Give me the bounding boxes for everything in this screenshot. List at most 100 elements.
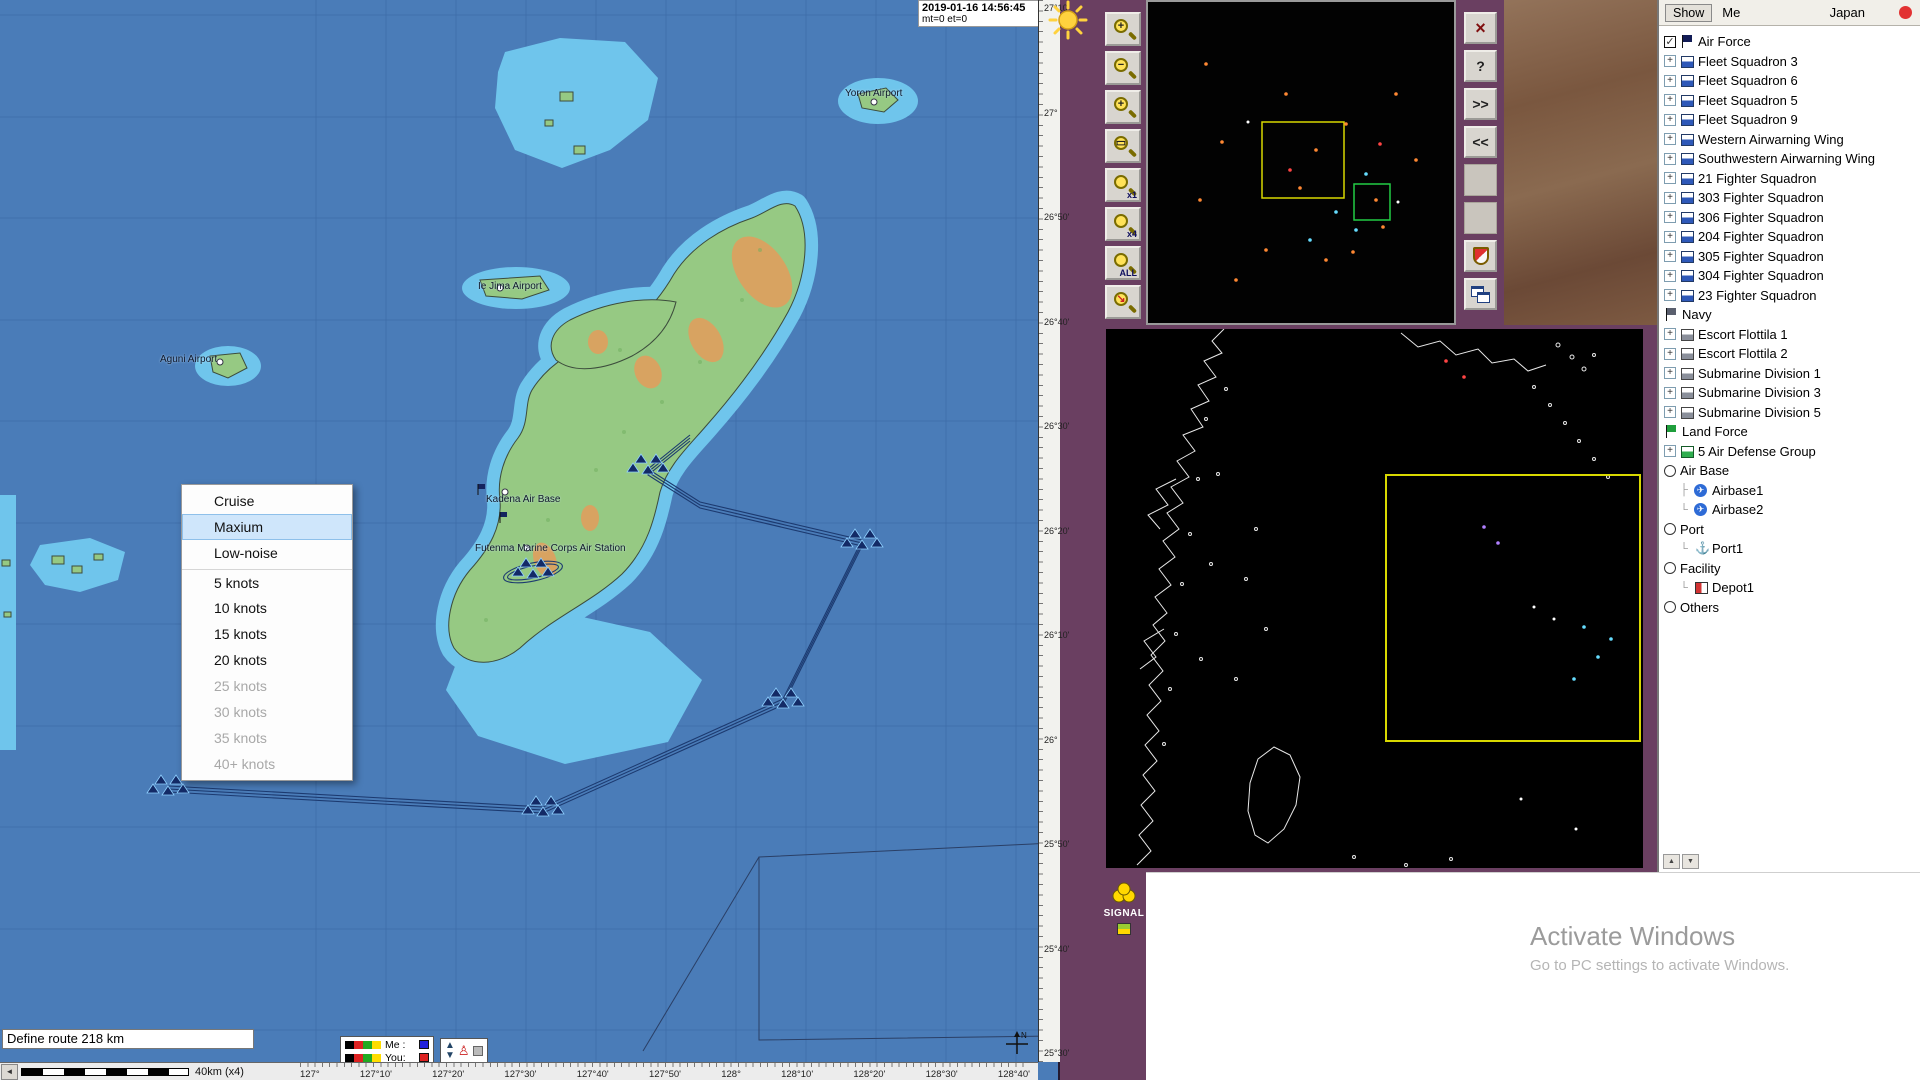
tree-item[interactable]: Fleet Squadron 3 xyxy=(1659,52,1920,72)
blank-tool-icon[interactable] xyxy=(473,1046,483,1056)
zoom-back-button[interactable]: ↘ xyxy=(1105,285,1141,319)
tree-item[interactable]: Southwestern Airwarning Wing xyxy=(1659,149,1920,169)
tree-expander[interactable] xyxy=(1664,367,1676,379)
tree-expander[interactable] xyxy=(1664,445,1676,457)
tree-expander[interactable] xyxy=(1664,348,1676,360)
scroll-down-button[interactable] xyxy=(1682,854,1699,869)
menu-item[interactable]: 5 knots xyxy=(182,569,352,595)
tree-expander[interactable] xyxy=(1678,543,1690,555)
zoom-x1-button[interactable]: x1 xyxy=(1105,168,1141,202)
tree-item[interactable]: Others xyxy=(1659,598,1920,618)
radar-minimap[interactable] xyxy=(1146,0,1456,325)
tree-item[interactable]: Air Force xyxy=(1659,32,1920,52)
tree-item[interactable]: Navy xyxy=(1659,305,1920,325)
tree-item[interactable]: Land Force xyxy=(1659,422,1920,442)
tree-expander[interactable] xyxy=(1664,211,1676,223)
tree-item[interactable]: Escort Flottila 1 xyxy=(1659,325,1920,345)
tree-expander[interactable] xyxy=(1664,289,1676,301)
show-button[interactable]: Show xyxy=(1665,4,1712,22)
tree-item[interactable]: Depot1 xyxy=(1659,578,1920,598)
tree-expander[interactable] xyxy=(1678,582,1690,594)
signal-status-icon[interactable] xyxy=(1117,923,1131,935)
tree-item[interactable]: 305 Fighter Squadron xyxy=(1659,247,1920,267)
tree-expander[interactable] xyxy=(1664,192,1676,204)
tree-expander[interactable] xyxy=(1664,270,1676,282)
tree-item[interactable]: Facility xyxy=(1659,559,1920,579)
windows-button[interactable] xyxy=(1464,278,1497,310)
tree-item[interactable]: Western Airwarning Wing xyxy=(1659,130,1920,150)
tree-item[interactable]: Fleet Squadron 9 xyxy=(1659,110,1920,130)
zoom-x4-button[interactable]: x4 xyxy=(1105,207,1141,241)
tree-expander[interactable] xyxy=(1664,94,1676,106)
menu-item[interactable]: 40+ knots xyxy=(182,751,352,777)
tree-item[interactable]: 303 Fighter Squadron xyxy=(1659,188,1920,208)
tree-item[interactable]: Submarine Division 1 xyxy=(1659,364,1920,384)
tree-expander[interactable] xyxy=(1664,465,1676,477)
tree-item[interactable]: 21 Fighter Squadron xyxy=(1659,169,1920,189)
menu-item[interactable]: Low-noise xyxy=(182,540,352,566)
zoom-window-button[interactable]: + xyxy=(1105,90,1141,124)
scroll-left-button[interactable]: ◄ xyxy=(1,1064,18,1080)
tactical-map-window[interactable]: Yoron Airport Ie Jima Airport Aguni Airp… xyxy=(0,0,1060,1080)
tree-expander[interactable] xyxy=(1664,387,1676,399)
blank-button-1[interactable] xyxy=(1464,164,1497,196)
scroll-up-button[interactable] xyxy=(1663,854,1680,869)
tree-item[interactable]: 306 Fighter Squadron xyxy=(1659,208,1920,228)
back-button[interactable]: << xyxy=(1464,126,1497,158)
tree-expander[interactable] xyxy=(1664,36,1676,48)
tree-expander[interactable] xyxy=(1664,523,1676,535)
forward-button[interactable]: >> xyxy=(1464,88,1497,120)
menu-item[interactable]: 15 knots xyxy=(182,621,352,647)
tree-item[interactable]: 23 Fighter Squadron xyxy=(1659,286,1920,306)
tree-expander[interactable] xyxy=(1664,153,1676,165)
tree-expander[interactable] xyxy=(1664,231,1676,243)
tactical-map[interactable] xyxy=(0,0,1060,1062)
tree-expander[interactable] xyxy=(1664,406,1676,418)
tree-item[interactable]: Airbase2 xyxy=(1659,500,1920,520)
menu-item[interactable]: 30 knots xyxy=(182,699,352,725)
tree-item[interactable]: Fleet Squadron 6 xyxy=(1659,71,1920,91)
tree-expander[interactable] xyxy=(1664,250,1676,262)
theater-overview-map[interactable] xyxy=(1102,325,1647,872)
tree-item[interactable]: Escort Flottila 2 xyxy=(1659,344,1920,364)
tree-expander[interactable] xyxy=(1664,601,1676,613)
tree-expander[interactable] xyxy=(1664,562,1676,574)
tree-expander[interactable] xyxy=(1664,328,1676,340)
tree-item[interactable]: Submarine Division 3 xyxy=(1659,383,1920,403)
tree-item[interactable]: Fleet Squadron 5 xyxy=(1659,91,1920,111)
tree-expander[interactable] xyxy=(1664,114,1676,126)
tree-item[interactable]: 204 Fighter Squadron xyxy=(1659,227,1920,247)
up-down-arrows-icon[interactable]: ▲▼ xyxy=(445,1041,455,1061)
tree-expander[interactable] xyxy=(1678,484,1690,496)
menu-item[interactable]: 35 knots xyxy=(182,725,352,751)
menu-item[interactable]: 25 knots xyxy=(182,673,352,699)
zoom-all-button[interactable]: ALL xyxy=(1105,246,1141,280)
magnifier-glyph: ▭ xyxy=(1114,136,1128,150)
tree-item[interactable]: Air Base xyxy=(1659,461,1920,481)
close-button[interactable]: × xyxy=(1464,12,1497,44)
zoom-select-button[interactable]: ▭ xyxy=(1105,129,1141,163)
tree-item[interactable]: Port1 xyxy=(1659,539,1920,559)
legend-toolbar[interactable]: ▲▼ ♙ xyxy=(440,1038,488,1064)
shield-button[interactable] xyxy=(1464,240,1497,272)
tree-item[interactable]: 304 Fighter Squadron xyxy=(1659,266,1920,286)
tree-expander[interactable] xyxy=(1664,133,1676,145)
menu-item[interactable]: Cruise xyxy=(182,488,352,514)
zoom-out-button[interactable]: − xyxy=(1105,51,1141,85)
tree-item[interactable]: Port xyxy=(1659,520,1920,540)
tree-expander[interactable] xyxy=(1664,172,1676,184)
zoom-in-button[interactable]: + xyxy=(1105,12,1141,46)
unit-figure-icon[interactable]: ♙ xyxy=(458,1046,470,1056)
blank-button-2[interactable] xyxy=(1464,202,1497,234)
tree-item[interactable]: Submarine Division 5 xyxy=(1659,403,1920,423)
tree-item[interactable]: 5 Air Defense Group xyxy=(1659,442,1920,462)
tree-item[interactable]: Airbase1 xyxy=(1659,481,1920,501)
tree-expander[interactable] xyxy=(1664,55,1676,67)
menu-item[interactable]: 10 knots xyxy=(182,595,352,621)
menu-item[interactable]: Maxium xyxy=(182,514,352,540)
tree-expander[interactable] xyxy=(1664,75,1676,87)
signal-icon[interactable] xyxy=(1110,882,1138,904)
menu-item[interactable]: 20 knots xyxy=(182,647,352,673)
tree-expander[interactable] xyxy=(1678,504,1690,516)
help-button[interactable]: ? xyxy=(1464,50,1497,82)
